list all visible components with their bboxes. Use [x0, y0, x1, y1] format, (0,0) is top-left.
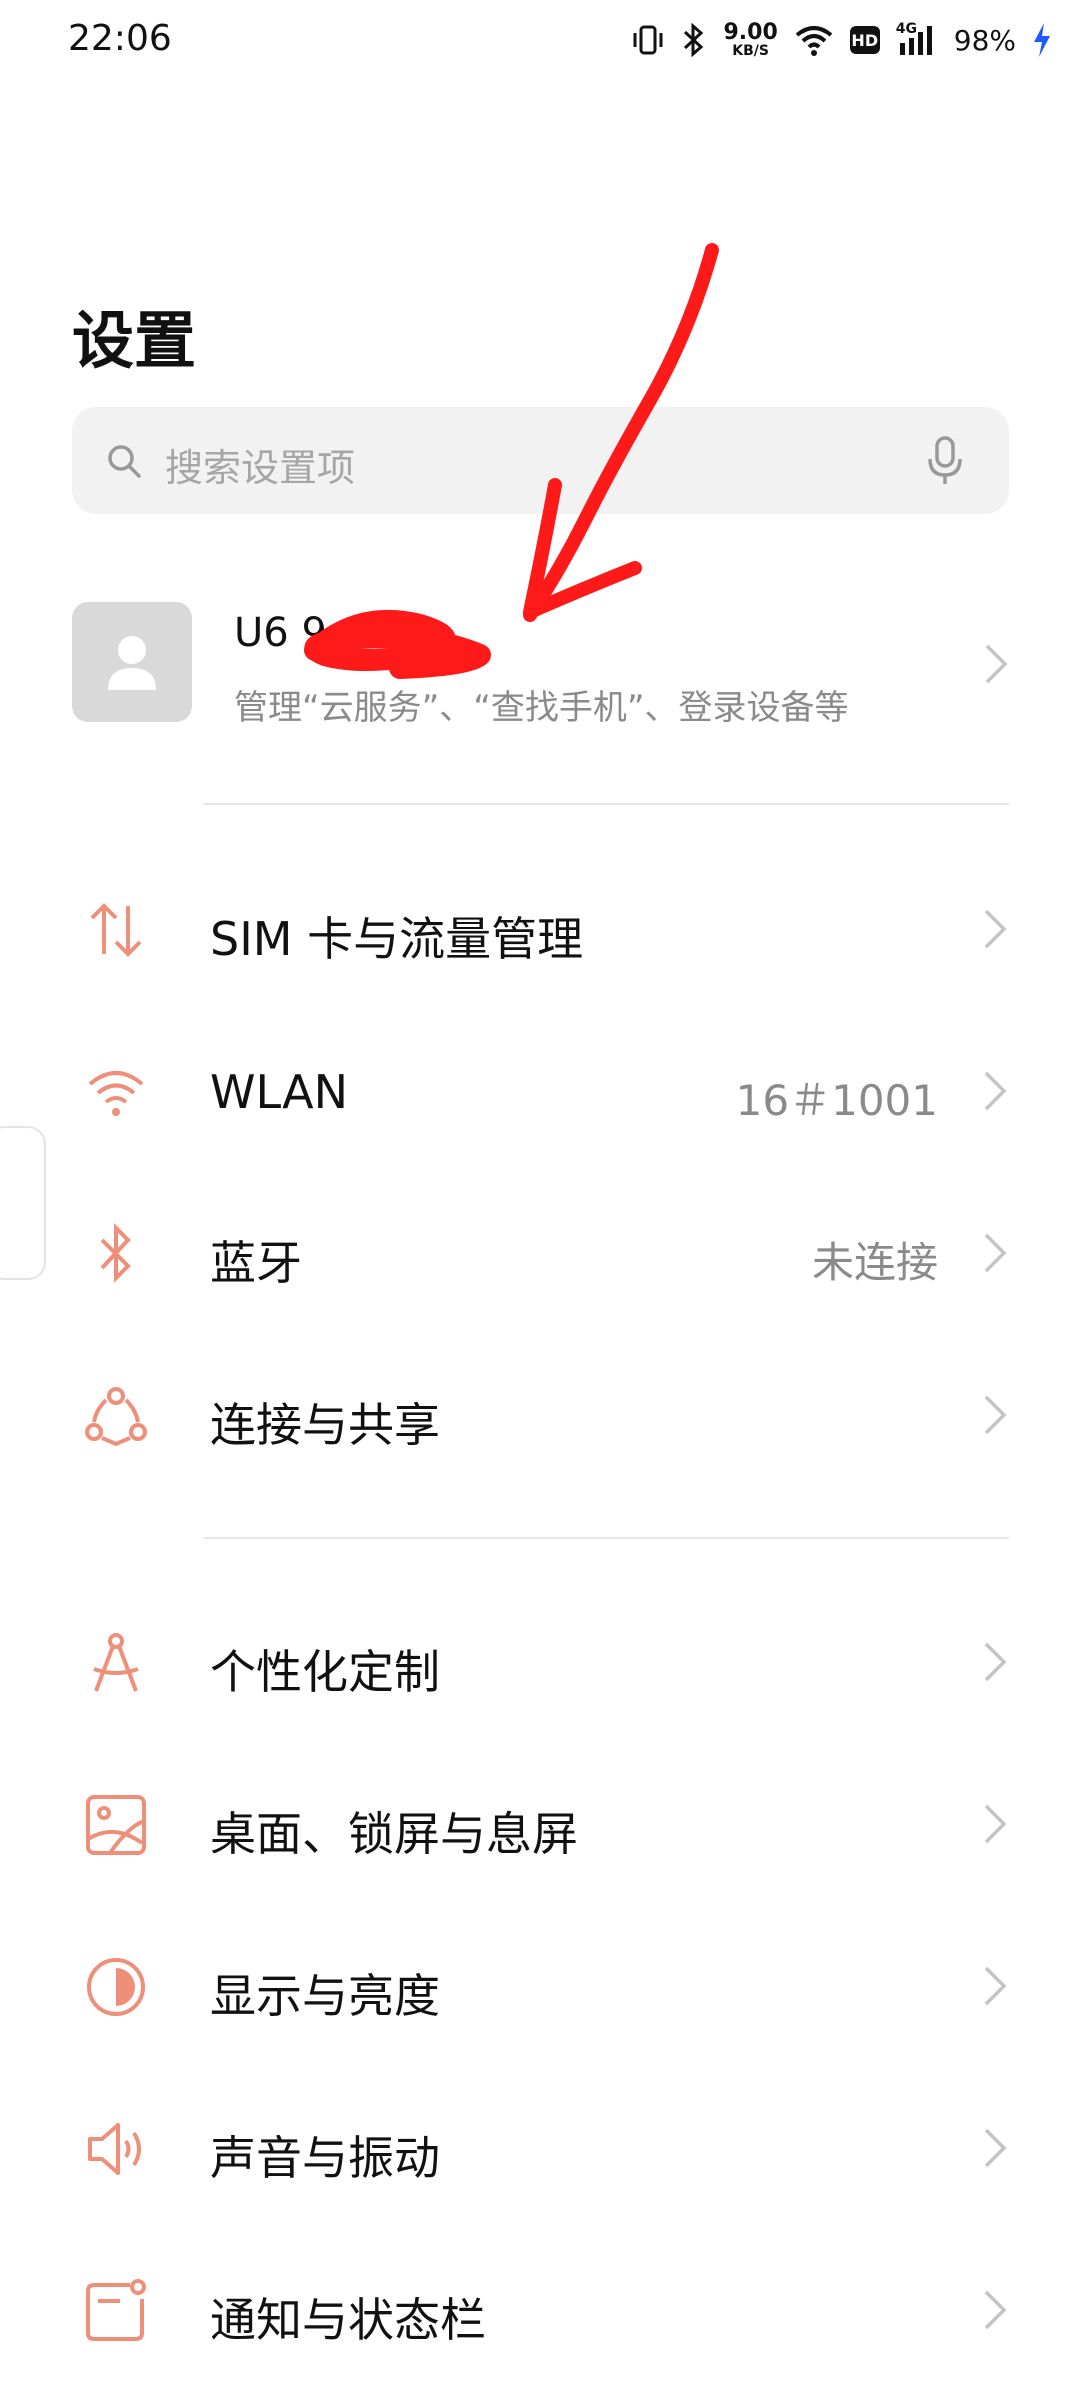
wallpaper-icon — [84, 1793, 148, 1857]
chevron-right-icon — [982, 1231, 1008, 1279]
settings-item-value: 16＃1001 — [735, 1076, 938, 1125]
status-bar: 22:06 9.00 KB/S HD 4G 98% — [0, 0, 1080, 80]
net-speed-unit: KB/S — [732, 43, 769, 59]
hd-icon: HD — [849, 26, 880, 54]
signal-icon: 4G — [896, 21, 938, 57]
bluetooth-icon — [84, 1222, 148, 1286]
charging-icon — [1032, 22, 1052, 58]
user-icon — [108, 636, 156, 690]
vibrate-icon — [631, 23, 665, 57]
settings-item-label: SIM 卡与流量管理 — [210, 912, 584, 966]
settings-item-label: 桌面、锁屏与息屏 — [210, 1807, 578, 1861]
chevron-right-icon — [982, 2126, 1008, 2174]
settings-item-label: 通知与状态栏 — [210, 2293, 486, 2347]
settings-item-display-brightness[interactable]: 显示与亮度 — [0, 1910, 1080, 2060]
chevron-right-icon — [982, 1640, 1008, 1688]
chevron-right-icon — [982, 1964, 1008, 2012]
search-icon — [104, 441, 144, 485]
wifi-icon — [84, 1060, 148, 1124]
settings-item-personalization[interactable]: 个性化定制 — [0, 1586, 1080, 1736]
settings-item-bluetooth[interactable]: 蓝牙 未连接 — [0, 1177, 1080, 1327]
search-bar[interactable]: 搜索设置项 — [72, 407, 1009, 514]
divider — [204, 803, 1009, 805]
page-title: 设置 — [72, 304, 197, 377]
net-speed: 9.00 KB/S — [723, 20, 778, 59]
account-subtitle: 管理“云服务”、“查找手机”、登录设备等 — [234, 688, 849, 728]
account-name: U6 9 — [234, 610, 327, 656]
wifi-icon — [794, 23, 834, 57]
mic-icon[interactable] — [925, 435, 965, 491]
chevron-right-icon — [982, 1069, 1008, 1117]
chevron-right-icon — [982, 1802, 1008, 1850]
chevron-right-icon — [982, 2288, 1008, 2336]
chevron-right-icon — [982, 907, 1008, 955]
settings-item-label: 连接与共享 — [210, 1398, 440, 1452]
search-input[interactable]: 搜索设置项 — [165, 437, 355, 492]
compass-icon — [84, 1631, 148, 1695]
account-card[interactable]: U6 9 管理“云服务”、“查找手机”、登录设备等 — [72, 602, 1009, 728]
side-panel-handle[interactable] — [0, 1126, 46, 1280]
settings-item-label: 显示与亮度 — [210, 1969, 440, 2023]
settings-item-label: 声音与振动 — [210, 2131, 440, 2185]
chevron-right-icon — [982, 1393, 1008, 1441]
settings-item-label: 蓝牙 — [210, 1236, 302, 1290]
share-connection-icon — [84, 1384, 148, 1448]
notification-icon — [84, 2279, 148, 2343]
settings-item-sim[interactable]: SIM 卡与流量管理 — [0, 853, 1080, 1003]
settings-item-notification-statusbar[interactable]: 通知与状态栏 — [0, 2234, 1080, 2384]
settings-item-connection-sharing[interactable]: 连接与共享 — [0, 1339, 1080, 1489]
settings-item-wlan[interactable]: WLAN 16＃1001 — [0, 1015, 1080, 1165]
status-time: 22:06 — [68, 18, 172, 59]
status-icons: 9.00 KB/S HD 4G 98% — [631, 18, 1052, 62]
display-brightness-icon — [84, 1955, 148, 2019]
net-speed-value: 9.00 — [723, 20, 778, 45]
settings-item-label: WLAN — [210, 1065, 349, 1119]
settings-item-sound-vibration[interactable]: 声音与振动 — [0, 2072, 1080, 2222]
divider — [204, 1537, 1009, 1539]
settings-item-desktop-lockscreen[interactable]: 桌面、锁屏与息屏 — [0, 1748, 1080, 1898]
battery-level: 98% — [953, 23, 1016, 57]
settings-item-value: 未连接 — [811, 1238, 938, 1287]
settings-item-label: 个性化定制 — [210, 1645, 440, 1699]
speaker-icon — [84, 2117, 148, 2181]
avatar — [72, 602, 192, 722]
chevron-right-icon — [983, 642, 1009, 690]
sim-data-icon — [84, 898, 148, 962]
bluetooth-icon — [681, 23, 707, 57]
